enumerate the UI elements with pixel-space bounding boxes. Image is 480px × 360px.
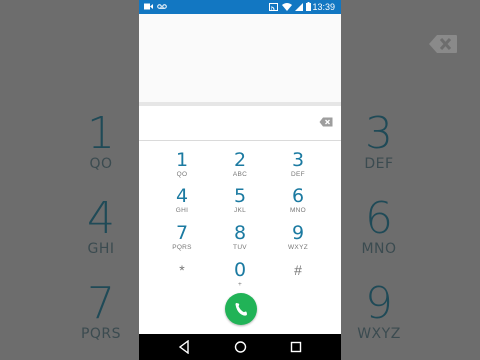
key-6[interactable]: 6 MNO xyxy=(269,185,327,223)
background-key-7: 7 PQRS xyxy=(78,278,124,343)
key-digit: 8 xyxy=(233,222,247,244)
background-key-1: 1 QO xyxy=(78,108,124,173)
key-letters: JKL xyxy=(233,207,247,214)
key-star[interactable]: * xyxy=(153,259,211,297)
wifi-icon xyxy=(282,3,292,11)
status-time: 13:39 xyxy=(312,2,335,12)
background-key-6: 6 MNO xyxy=(356,193,402,258)
background-digit: 3 xyxy=(365,108,393,159)
background-letters: PQRS xyxy=(80,326,122,342)
key-letters: WXYZ xyxy=(288,244,308,251)
key-5[interactable]: 5 JKL xyxy=(211,185,269,223)
key-0[interactable]: 0 + xyxy=(211,259,269,297)
backspace-icon[interactable] xyxy=(319,117,333,127)
key-4[interactable]: 4 GHI xyxy=(153,185,211,223)
phone-icon xyxy=(235,303,247,316)
battery-icon xyxy=(306,2,311,11)
background-letters: MNO xyxy=(361,241,397,257)
key-digit: 7 xyxy=(175,222,189,244)
background-letters: QO xyxy=(89,156,113,172)
signal-icon xyxy=(295,3,303,11)
key-digit: 5 xyxy=(233,185,247,207)
background-letters: WXYZ xyxy=(357,326,401,342)
background-key-3: 3 DEF xyxy=(356,108,402,173)
key-letters: TUV xyxy=(233,244,247,251)
key-digit: 4 xyxy=(175,185,189,207)
call-button[interactable] xyxy=(225,293,257,325)
key-digit: 9 xyxy=(291,222,305,244)
key-digit: # xyxy=(294,262,302,278)
key-7[interactable]: 7 PQRS xyxy=(153,222,211,260)
key-2[interactable]: 2 ABC xyxy=(211,149,269,187)
key-3[interactable]: 3 DEF xyxy=(269,149,327,187)
background-letters: DEF xyxy=(364,156,394,172)
dial-input[interactable] xyxy=(139,106,341,141)
background-backspace-icon xyxy=(429,35,457,53)
key-letters: MNO xyxy=(289,207,307,214)
status-bar: 13:39 xyxy=(139,0,341,14)
key-letters: GHI xyxy=(175,207,189,214)
key-hash[interactable]: # xyxy=(269,259,327,297)
background-key-4: 4 GHI xyxy=(78,193,124,258)
key-digit: 2 xyxy=(233,149,247,171)
key-1[interactable]: 1 QO xyxy=(153,149,211,187)
key-digit: 3 xyxy=(291,149,305,171)
cast-icon xyxy=(269,3,278,11)
phone-screen: 13:39 1 QO 2 ABC 3 DEF 4 GHI 5 JKL 6 MNO… xyxy=(139,0,341,360)
key-letters: DEF xyxy=(291,171,305,178)
home-icon[interactable] xyxy=(234,340,247,354)
key-9[interactable]: 9 WXYZ xyxy=(269,222,327,260)
key-letters: ABC xyxy=(232,171,248,178)
background-digit: 4 xyxy=(87,193,115,244)
background-digit: 1 xyxy=(87,108,115,159)
key-letters: + xyxy=(237,281,243,288)
key-digit: 1 xyxy=(175,149,189,171)
navigation-bar xyxy=(139,334,341,360)
background-digit: 6 xyxy=(365,193,393,244)
video-icon xyxy=(144,3,153,10)
voicemail-icon xyxy=(157,4,167,9)
call-log-area xyxy=(139,14,341,102)
dialpad: 1 QO 2 ABC 3 DEF 4 GHI 5 JKL 6 MNO 7 PQR… xyxy=(139,141,341,334)
recents-icon[interactable] xyxy=(290,340,302,354)
key-letters: PQRS xyxy=(172,244,192,251)
key-digit: * xyxy=(179,262,185,278)
background-letters: GHI xyxy=(87,241,115,257)
background-key-9: 9 WXYZ xyxy=(356,278,402,343)
key-digit: 6 xyxy=(291,185,305,207)
background-digit: 7 xyxy=(87,278,115,329)
back-icon[interactable] xyxy=(178,340,190,354)
key-digit: 0 xyxy=(233,259,247,281)
key-8[interactable]: 8 TUV xyxy=(211,222,269,260)
key-letters: QO xyxy=(176,171,188,178)
background-digit: 9 xyxy=(365,278,393,329)
